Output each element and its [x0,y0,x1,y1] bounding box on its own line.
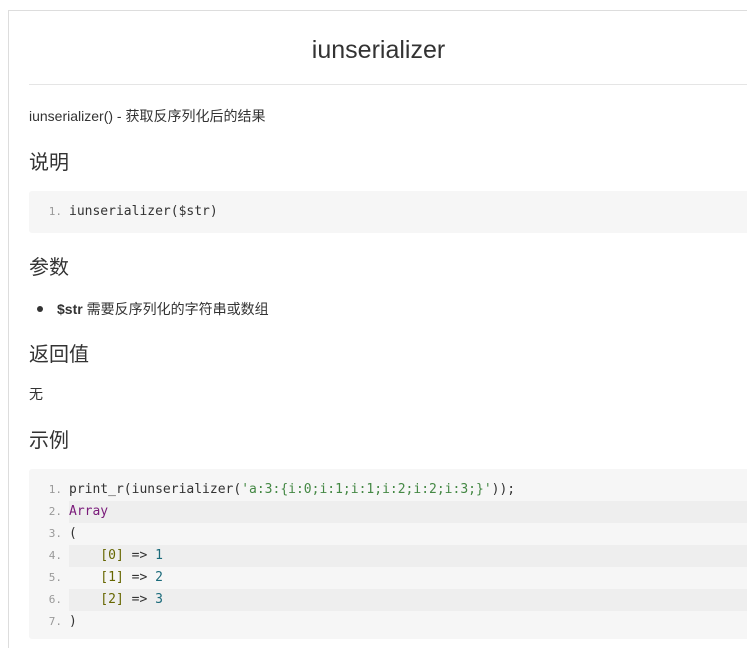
code-token: ( [69,526,77,541]
code-token: 3 [147,592,163,607]
code-token: )); [491,482,516,497]
code-token: 2 [147,570,163,585]
code-token: => [131,570,148,585]
code-line: 4. [0] => 1 [29,545,747,567]
code-token: [1] [69,570,132,585]
code-text: [0] => 1 [69,545,747,567]
param-name: $str [57,301,83,317]
code-line: 6. [2] => 3 [29,589,747,611]
code-line: 1. print_r(iunserializer('a:3:{i:0;i:1;i:… [29,479,747,501]
returns-heading: 返回值 [29,344,89,366]
example-heading: 示例 [29,430,69,452]
description-heading: 说明 [29,152,69,174]
code-text: Array [69,501,747,523]
code-line: 3. ( [29,523,747,545]
code-token: => [131,592,148,607]
line-number: 4. [48,549,62,562]
line-number: 7. [48,615,62,628]
code-token: print_r(iunserializer( [69,482,242,497]
code-text: print_r(iunserializer('a:3:{i:0;i:1;i:1;… [69,479,747,501]
code-token: [2] [69,592,132,607]
code-token: => [131,548,148,563]
code-token: 'a:3:{i:0;i:1;i:1;i:2;i:2;i:3;}' [241,482,492,497]
line-number: 3. [48,527,62,540]
returns-text: 无 [29,386,43,402]
description-code-block: 1. iunserializer($str) [29,191,747,233]
code-token: 1 [147,548,163,563]
line-number: 1. [48,483,62,496]
intro-text: iunserializer() - 获取反序列化后的结果 [29,108,266,124]
param-desc: 需要反序列化的字符串或数组 [82,301,269,317]
code-text: ) [69,611,747,633]
line-number: 6. [48,593,62,606]
code-line: 2. Array [29,501,747,523]
bullet-dot-icon [37,306,43,312]
code-text: ( [69,523,747,545]
params-heading: 参数 [29,257,69,279]
code-token: [0] [69,548,132,563]
line-number: 1. [48,205,62,218]
page-title: iunserializer [311,36,446,64]
code-token: ) [69,614,77,629]
line-number: 2. [48,505,62,518]
code-text: [2] => 3 [69,589,747,611]
code-line: 5. [1] => 2 [29,567,747,589]
code-token: Array [69,504,109,519]
example-code-block: 1. print_r(iunserializer('a:3:{i:0;i:1;i:… [29,469,747,639]
code-line: 7.) [29,611,747,633]
code-text: iunserializer($str) [69,204,218,219]
code-text: [1] => 2 [69,567,747,589]
title-divider [29,84,747,85]
code-line: 1. iunserializer($str) [29,201,747,223]
line-number: 5. [48,571,62,584]
doc-page: iunserializer iunserializer() - 获取反序列化后的… [8,10,747,648]
